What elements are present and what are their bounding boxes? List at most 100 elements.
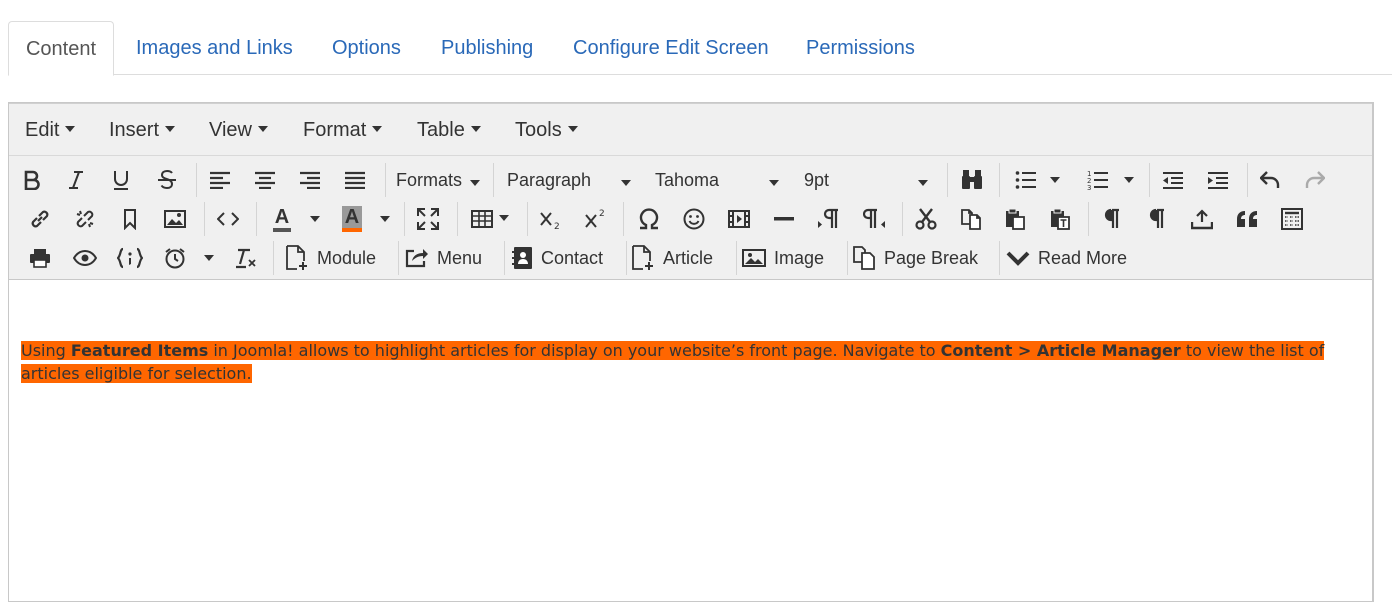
italic-icon bbox=[69, 171, 83, 189]
tab-publishing[interactable]: Publishing bbox=[441, 21, 533, 75]
insert-page-break-button[interactable]: Page Break bbox=[852, 241, 978, 275]
bullet-list-button[interactable] bbox=[1009, 163, 1043, 197]
insert-menu-button[interactable]: Menu bbox=[405, 241, 482, 275]
table-button[interactable] bbox=[465, 202, 515, 236]
insert-module-button[interactable]: Module bbox=[285, 241, 376, 275]
insert-upload-button[interactable] bbox=[1185, 202, 1219, 236]
underline-button[interactable] bbox=[104, 163, 138, 197]
subscript-button[interactable]: 2 bbox=[534, 202, 568, 236]
insert-media-button[interactable] bbox=[722, 202, 756, 236]
tab-options[interactable]: Options bbox=[332, 21, 401, 75]
image-label: Image bbox=[774, 248, 825, 268]
insert-article-button[interactable]: Article bbox=[631, 241, 713, 275]
svg-text:2: 2 bbox=[554, 222, 560, 230]
font-family-dropdown[interactable]: Tahoma bbox=[655, 163, 779, 197]
align-right-button[interactable] bbox=[293, 163, 327, 197]
menu-edit[interactable]: Edit bbox=[25, 104, 76, 157]
numbered-list-options[interactable] bbox=[1119, 163, 1139, 197]
template-button[interactable] bbox=[1275, 202, 1309, 236]
bookmark-icon bbox=[124, 209, 136, 230]
menu-table[interactable]: Table bbox=[417, 104, 481, 157]
background-color-options[interactable] bbox=[375, 202, 395, 236]
horizontal-rule-button[interactable] bbox=[767, 202, 801, 236]
print-button[interactable] bbox=[23, 241, 57, 275]
copy-button[interactable] bbox=[954, 202, 988, 236]
bold-button[interactable] bbox=[15, 163, 49, 197]
horizontal-rule-icon bbox=[774, 217, 794, 221]
find-replace-button[interactable] bbox=[955, 163, 989, 197]
right-to-left-button[interactable] bbox=[858, 202, 892, 236]
preview-button[interactable] bbox=[68, 241, 102, 275]
text-segment: in Joomla! allows to highlight articles … bbox=[208, 341, 941, 360]
anchor-button[interactable] bbox=[113, 202, 147, 236]
remove-link-button[interactable] bbox=[68, 202, 102, 236]
tab-content[interactable]: Content bbox=[8, 21, 114, 76]
undo-button[interactable] bbox=[1253, 163, 1287, 197]
chevron-down-icon bbox=[1050, 177, 1060, 183]
toolbar-separator bbox=[457, 202, 458, 236]
show-blocks-button[interactable] bbox=[1095, 202, 1129, 236]
emoticons-button[interactable] bbox=[677, 202, 711, 236]
left-to-right-button[interactable] bbox=[811, 202, 845, 236]
contact-label: Contact bbox=[541, 248, 604, 268]
redo-button[interactable] bbox=[1298, 163, 1332, 197]
template-icon bbox=[1281, 208, 1303, 230]
block-format-dropdown[interactable]: Paragraph bbox=[507, 163, 631, 197]
italic-button[interactable] bbox=[59, 163, 93, 197]
chevron-down-icon bbox=[621, 180, 631, 186]
toolbar-separator bbox=[1088, 202, 1089, 236]
numbered-list-button[interactable]: 123 bbox=[1081, 163, 1115, 197]
insert-image-xtd-button[interactable]: Image bbox=[742, 241, 824, 275]
show-invisibles-button[interactable] bbox=[1140, 202, 1174, 236]
menu-tools[interactable]: Tools bbox=[515, 104, 578, 157]
tab-configure-edit-screen[interactable]: Configure Edit Screen bbox=[573, 21, 769, 75]
chevron-down-icon bbox=[1124, 177, 1134, 183]
source-code-button[interactable] bbox=[211, 202, 245, 236]
insert-image-button[interactable] bbox=[158, 202, 192, 236]
bullet-list-options[interactable] bbox=[1045, 163, 1065, 197]
font-size-dropdown[interactable]: 9pt bbox=[804, 163, 928, 197]
menu-format-label: Format bbox=[303, 119, 367, 141]
special-character-button[interactable] bbox=[632, 202, 666, 236]
toolbar-separator bbox=[623, 202, 624, 236]
paste-as-text-button[interactable] bbox=[1043, 202, 1077, 236]
outdent-button[interactable] bbox=[1156, 163, 1190, 197]
formats-dropdown[interactable]: Formats bbox=[396, 163, 480, 197]
cut-button[interactable] bbox=[909, 202, 943, 236]
clear-formatting-button[interactable] bbox=[229, 241, 263, 275]
align-justify-button[interactable] bbox=[338, 163, 372, 197]
insert-link-button[interactable] bbox=[23, 202, 57, 236]
highlighted-text: Using Featured Items in Joomla! allows t… bbox=[21, 341, 1325, 383]
fullscreen-button[interactable] bbox=[411, 202, 445, 236]
content-paragraph[interactable]: Using Featured Items in Joomla! allows t… bbox=[21, 339, 1341, 385]
menu-format[interactable]: Format bbox=[303, 104, 383, 157]
insert-contact-button[interactable]: Contact bbox=[511, 241, 603, 275]
align-left-button[interactable] bbox=[203, 163, 237, 197]
menu-view[interactable]: View bbox=[209, 104, 268, 157]
editor-content-area[interactable]: Using Featured Items in Joomla! allows t… bbox=[9, 281, 1372, 601]
text-segment: Using bbox=[21, 341, 71, 360]
menu-insert[interactable]: Insert bbox=[109, 104, 176, 157]
tab-permissions[interactable]: Permissions bbox=[806, 21, 915, 75]
strikethrough-button[interactable] bbox=[150, 163, 184, 197]
toolbar-separator bbox=[1247, 163, 1248, 197]
share-icon bbox=[405, 249, 428, 268]
smiley-icon bbox=[683, 208, 705, 230]
code-sample-button[interactable] bbox=[113, 241, 147, 275]
table-icon bbox=[471, 210, 493, 228]
paste-button[interactable] bbox=[998, 202, 1032, 236]
superscript-button[interactable]: 2 bbox=[579, 202, 613, 236]
background-color-button[interactable]: A bbox=[335, 202, 369, 236]
text-color-button[interactable]: A bbox=[265, 202, 299, 236]
redo-icon bbox=[1305, 171, 1325, 188]
indent-button[interactable] bbox=[1201, 163, 1235, 197]
align-center-button[interactable] bbox=[248, 163, 282, 197]
blockquote-button[interactable] bbox=[1230, 202, 1264, 236]
picture-icon bbox=[742, 249, 766, 267]
insert-datetime-button[interactable] bbox=[158, 241, 192, 275]
insert-datetime-options[interactable] bbox=[199, 241, 219, 275]
tab-images-and-links[interactable]: Images and Links bbox=[136, 21, 293, 75]
bold-icon bbox=[24, 170, 40, 190]
insert-read-more-button[interactable]: Read More bbox=[1006, 241, 1127, 275]
text-color-options[interactable] bbox=[305, 202, 325, 236]
